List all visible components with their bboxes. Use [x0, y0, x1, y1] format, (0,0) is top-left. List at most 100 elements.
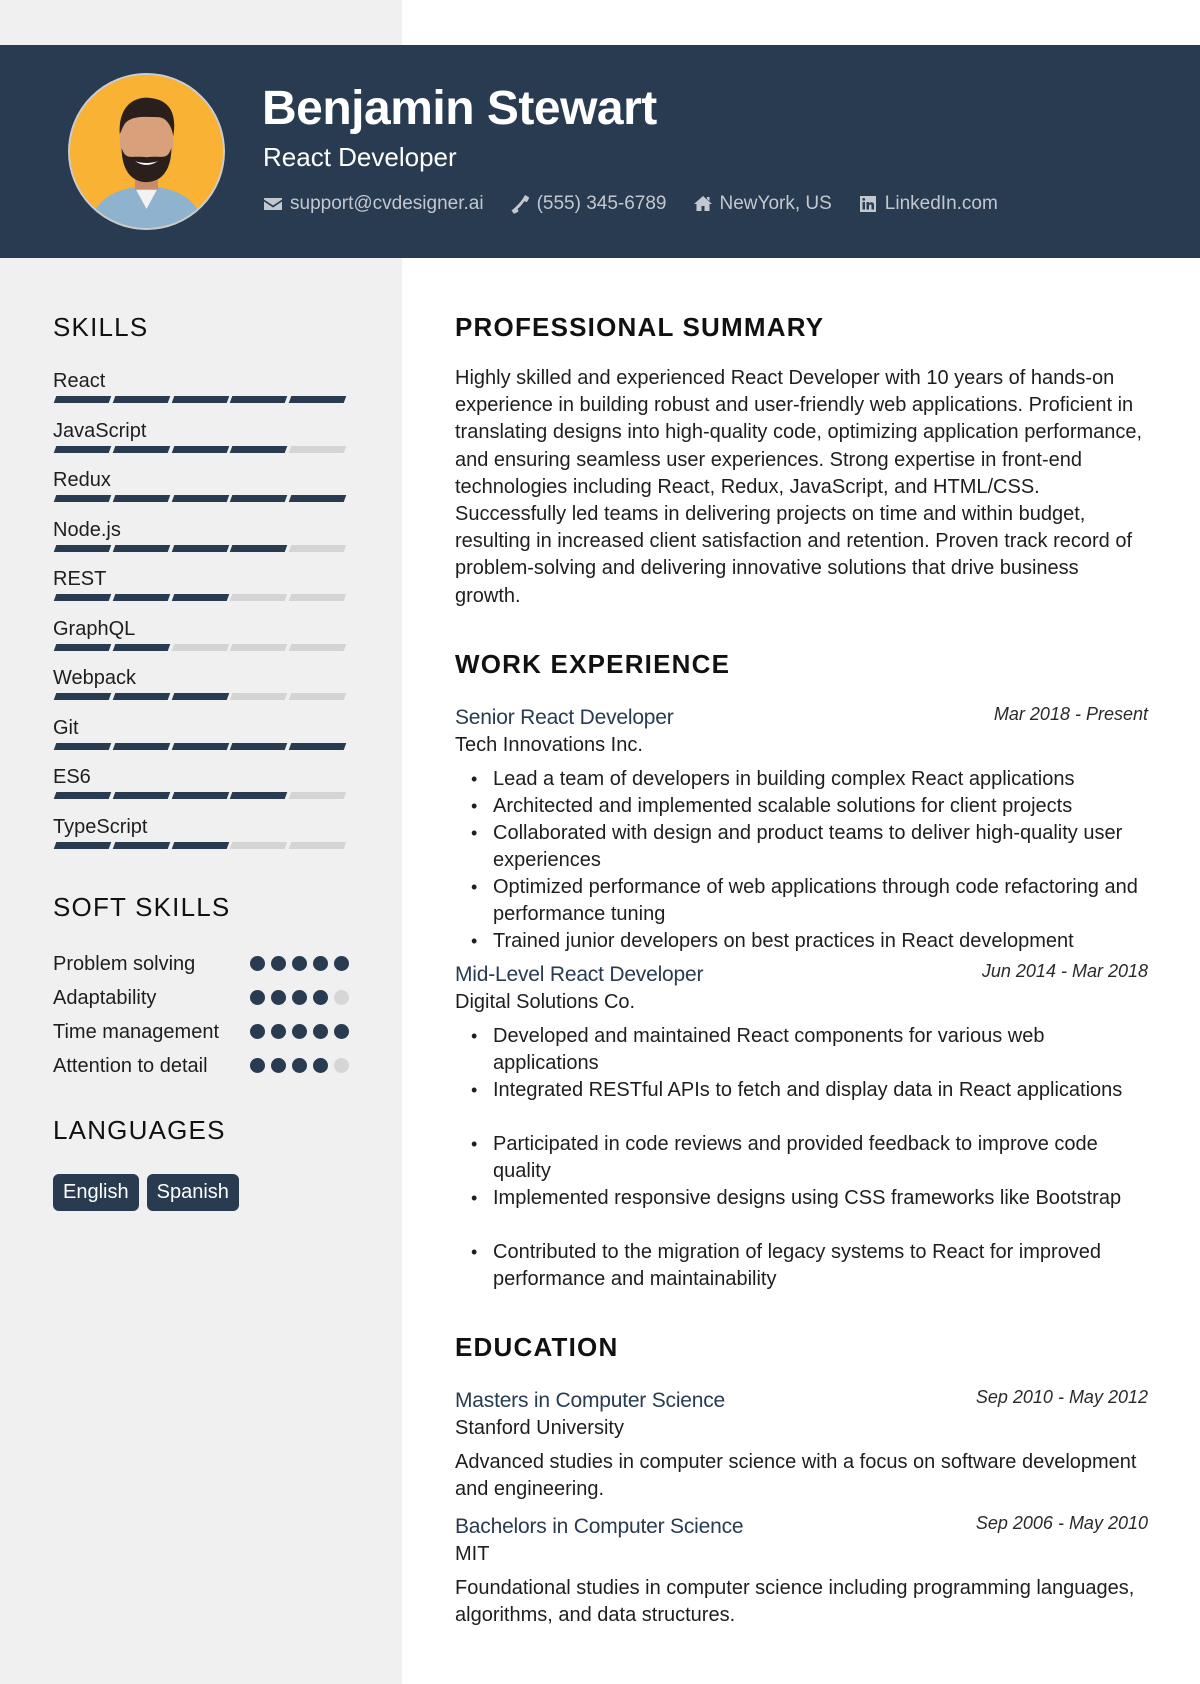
education-heading: EDUCATION — [455, 1331, 619, 1362]
soft-skills-heading: SOFT SKILLS — [53, 892, 231, 922]
skill-label: Node.js — [53, 518, 121, 541]
skill-level-bar — [53, 594, 349, 601]
job-bullet: Developed and maintained React component… — [471, 1023, 1148, 1077]
education-entry: Bachelors in Computer Science Sep 2006 -… — [455, 1513, 1148, 1629]
rating-dot-filled — [250, 1024, 265, 1039]
skill-level-segment-filled — [53, 643, 112, 651]
job-bullet: Collaborated with design and product tea… — [471, 820, 1148, 874]
rating-dot-empty — [334, 990, 349, 1005]
contact-email[interactable]: support@cvdesigner.ai — [263, 193, 484, 215]
job-bullet: Implemented responsive designs using CSS… — [471, 1185, 1148, 1212]
skill-level-segment-filled — [171, 841, 229, 849]
skill-level-segment-filled — [112, 495, 170, 502]
contact-phone-text: (555) 345-6789 — [536, 193, 667, 214]
language-badge: Spanish — [146, 1174, 239, 1211]
skill-level-segment-filled — [288, 396, 347, 403]
rating-dot-filled — [292, 1024, 307, 1039]
contact-phone[interactable]: (555) 345-6789 — [510, 193, 667, 215]
rating-dot-filled — [334, 956, 349, 971]
rating-dot-filled — [271, 990, 286, 1005]
person-avatar-icon — [70, 75, 223, 228]
skill-level-bar — [53, 792, 349, 799]
skill-level-segment-filled — [171, 792, 229, 799]
job-company: Tech Innovations Inc. — [455, 733, 643, 756]
rating-dot-filled — [313, 990, 328, 1005]
soft-skill-rating — [244, 990, 349, 1005]
summary-text: Highly skilled and experienced React Dev… — [455, 367, 1143, 607]
skill-level-segment-filled — [230, 544, 288, 552]
skill-level-bar — [53, 841, 349, 849]
skill-level-segment-filled — [288, 495, 347, 502]
education-description: Foundational studies in computer science… — [455, 1576, 1135, 1626]
skill-level-bar — [53, 693, 349, 700]
education-entry: Masters in Computer Science Sep 2010 - M… — [455, 1387, 1148, 1503]
rating-dot-filled — [292, 990, 307, 1005]
education-description: Advanced studies in computer science wit… — [455, 1450, 1137, 1500]
skill-level-segment-filled — [53, 792, 112, 799]
skill-level-bar — [53, 445, 349, 453]
contact-linkedin-text: LinkedIn.com — [884, 193, 998, 214]
skill-level-segment-empty — [230, 693, 288, 700]
skill-level-segment-empty — [230, 643, 288, 651]
job-title: Mid-Level React Developer — [455, 962, 704, 986]
job-title: Senior React Developer — [455, 705, 674, 729]
skill-level-segment-filled — [112, 396, 170, 403]
skill-level-segment-empty — [230, 594, 288, 601]
contact-location: NewYork, US — [693, 193, 832, 215]
education-dates: Sep 2010 - May 2012 — [975, 1386, 1148, 1407]
rating-dot-filled — [271, 956, 286, 971]
skill-level-segment-filled — [230, 445, 288, 453]
skill-level-segment-filled — [112, 792, 170, 799]
job-bullet: Trained junior developers on best practi… — [471, 928, 1148, 955]
soft-skill-rating — [244, 956, 349, 971]
soft-skill-item: Adaptability — [53, 984, 349, 1012]
rating-dot-filled — [292, 1058, 307, 1073]
skill-label: Redux — [53, 469, 111, 491]
degree-title: Masters in Computer Science — [455, 1388, 726, 1412]
school-name: Stanford University — [455, 1416, 624, 1439]
job-bullets: Developed and maintained React component… — [455, 1023, 1148, 1293]
skill-level-segment-empty — [288, 643, 347, 651]
rating-dot-filled — [271, 1058, 286, 1073]
contact-linkedin[interactable]: LinkedIn.com — [858, 193, 998, 215]
skill-level-segment-filled — [171, 495, 229, 502]
resume-header: Benjamin Stewart React Developer support… — [0, 45, 1200, 258]
job-entry: Senior React Developer Mar 2018 - Presen… — [455, 704, 1148, 955]
skill-level-segment-empty — [288, 445, 347, 453]
job-bullet: Architected and implemented scalable sol… — [471, 793, 1148, 820]
soft-skill-label: Time management — [53, 1021, 219, 1043]
skill-level-segment-empty — [288, 594, 347, 601]
soft-skill-label: Adaptability — [53, 987, 157, 1009]
candidate-name: Benjamin Stewart — [262, 82, 657, 135]
languages-list: English Spanish — [53, 1174, 349, 1211]
skill-level-segment-filled — [171, 594, 229, 601]
main-content: PROFESSIONAL SUMMARY Highly skilled and … — [455, 258, 1148, 1629]
skill-level-segment-filled — [112, 544, 170, 552]
job-bullet: Contributed to the migration of legacy s… — [471, 1239, 1148, 1293]
soft-skill-rating — [244, 1024, 349, 1039]
degree-title: Bachelors in Computer Science — [455, 1514, 744, 1538]
phone-icon — [510, 194, 530, 214]
soft-skill-label: Attention to detail — [53, 1055, 208, 1077]
skill-level-segment-filled — [112, 643, 170, 651]
skill-item: Git — [53, 715, 349, 765]
job-bullet: Lead a team of developers in building co… — [471, 766, 1148, 793]
skill-level-bar — [53, 544, 349, 552]
skill-level-segment-filled — [53, 445, 112, 453]
skill-level-segment-empty — [288, 792, 347, 799]
skill-level-segment-empty — [171, 643, 229, 651]
rating-dot-filled — [313, 956, 328, 971]
skill-label: REST — [53, 568, 107, 590]
sidebar: SKILLS React JavaScript Redux Node.js REST Gr… — [53, 258, 349, 1211]
skill-level-segment-filled — [112, 594, 170, 601]
skill-level-bar — [53, 495, 349, 502]
skill-level-segment-filled — [53, 396, 112, 403]
job-dates: Jun 2014 - Mar 2018 — [981, 960, 1148, 981]
job-bullets: Lead a team of developers in building co… — [455, 766, 1148, 955]
skill-level-segment-filled — [53, 594, 112, 601]
candidate-role: React Developer — [263, 142, 457, 172]
skill-level-segment-filled — [53, 742, 112, 750]
skill-level-segment-filled — [230, 742, 288, 750]
soft-skills-list: Problem solving Adaptability Time manageme… — [53, 950, 349, 1080]
skill-item: ES6 — [53, 764, 349, 814]
